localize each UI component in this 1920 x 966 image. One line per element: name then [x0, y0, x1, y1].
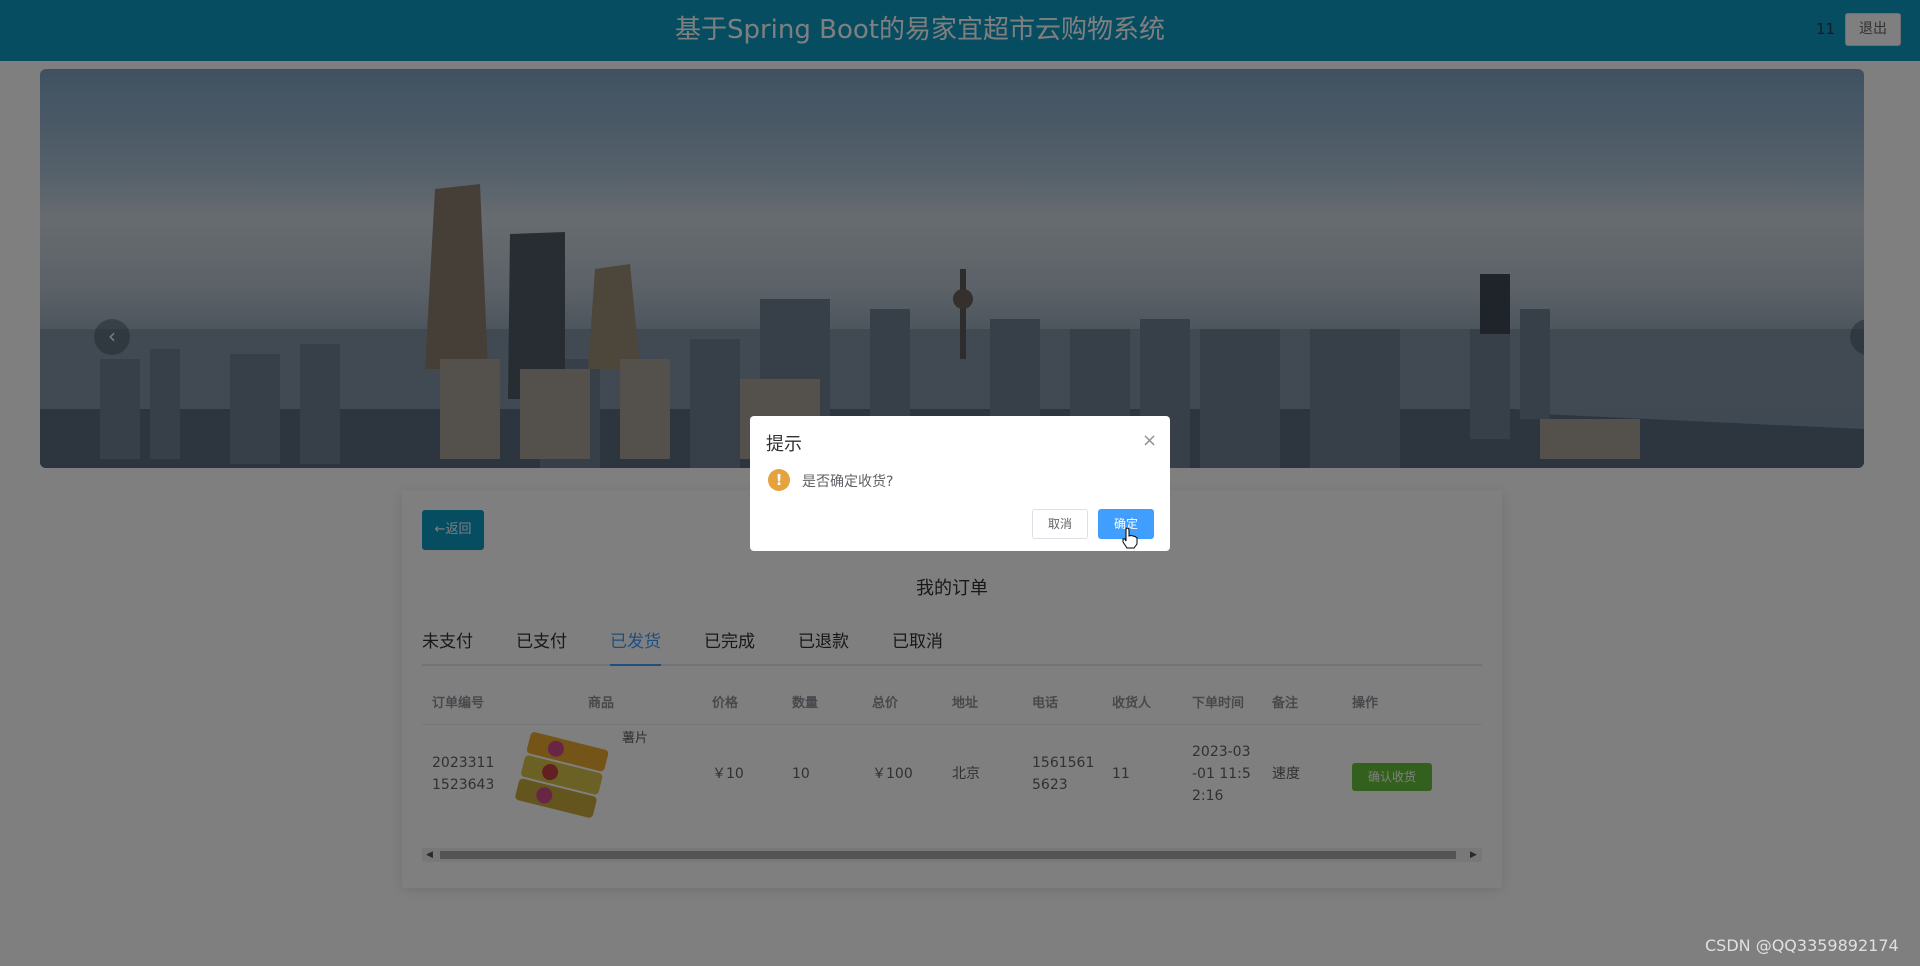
- cancel-button[interactable]: 取消: [1032, 509, 1088, 539]
- dialog-message: 是否确定收货?: [802, 474, 894, 490]
- hand-cursor-icon: [1122, 527, 1138, 549]
- close-icon[interactable]: ×: [1142, 430, 1157, 451]
- dialog-title: 提示: [766, 434, 802, 455]
- warning-icon: !: [768, 469, 790, 491]
- confirm-dialog: 提示 × ! 是否确定收货? 取消 确定: [750, 416, 1170, 551]
- watermark-text: CSDN @QQ3359892174: [1705, 936, 1899, 955]
